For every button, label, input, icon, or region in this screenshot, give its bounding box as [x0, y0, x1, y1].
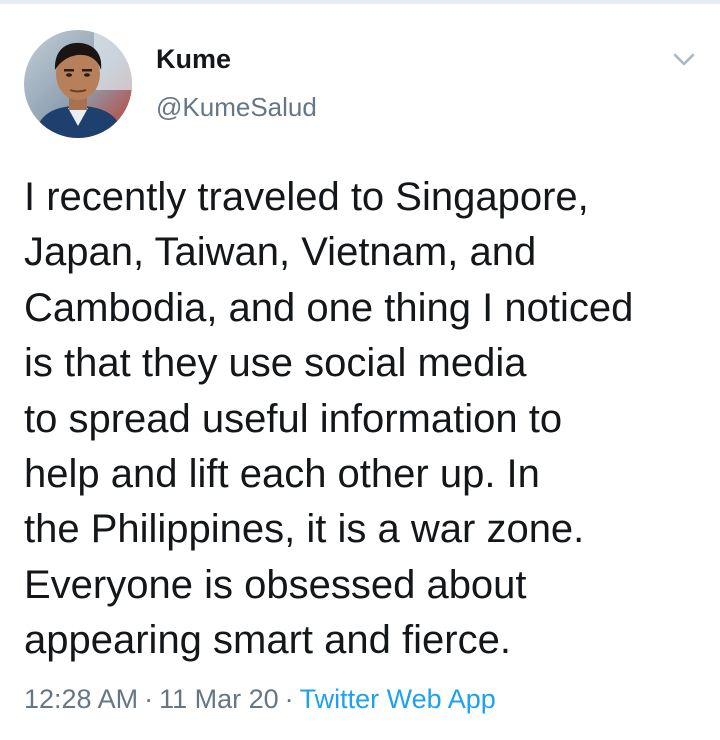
tweet-time[interactable]: 12:28 AM: [24, 684, 138, 714]
author-name[interactable]: Kume: [156, 44, 231, 75]
tweet-text-line: I recently traveled to Singapore,: [24, 175, 589, 219]
tweet-source-link[interactable]: Twitter Web App: [300, 684, 496, 714]
tweet-date[interactable]: 11 Mar 20: [159, 684, 279, 714]
tweet-text-line: is that they use social media: [24, 341, 527, 386]
tweet-text: I recently traveled to Singapore, Japan,…: [24, 170, 714, 669]
tweet-text-line: to spread useful information to: [24, 396, 563, 441]
tweet-text-line: appearing smart and fierce.: [24, 618, 511, 663]
tweet-meta: 12:28 AM · 11 Mar 20 · Twitter Web App: [24, 684, 496, 715]
avatar-photo: [24, 30, 132, 138]
tweet-text-line: Cambodia, and one thing I noticed: [24, 285, 634, 330]
meta-separator: ·: [284, 684, 294, 714]
chevron-down-icon[interactable]: [670, 48, 698, 72]
meta-separator: ·: [144, 684, 154, 714]
avatar[interactable]: [24, 30, 132, 138]
tweet-text-line: Everyone is obsessed about: [24, 562, 527, 607]
tweet-card: Kume @KumeSalud I recently traveled to S…: [0, 0, 720, 740]
tweet-text-line: Japan, Taiwan, Vietnam, and: [24, 230, 537, 275]
tweet-text-line: help and lift each other up. In: [24, 452, 540, 497]
tweet-text-line: the Philippines, it is a war zone.: [24, 507, 585, 552]
author-handle[interactable]: @KumeSalud: [156, 92, 317, 123]
divider: [0, 0, 720, 4]
